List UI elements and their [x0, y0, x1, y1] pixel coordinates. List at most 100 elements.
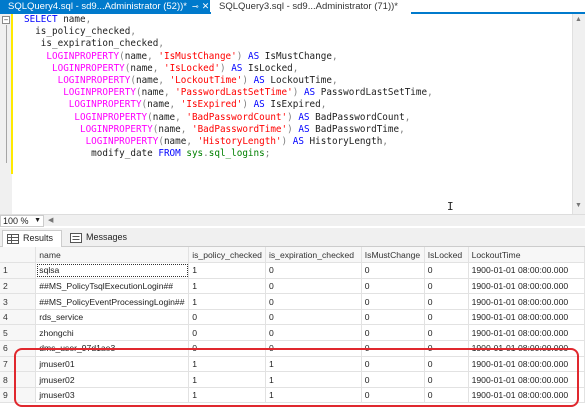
scroll-up-icon[interactable]: ▲: [575, 16, 582, 23]
table-row[interactable]: 1 sqlsa 1 0 0 0 1900-01-01 08:00:00.000: [0, 262, 585, 279]
table-cell[interactable]: 0: [361, 356, 425, 373]
row-number[interactable]: 6: [0, 340, 37, 357]
table-cell[interactable]: 1900-01-01 08:00:00.000: [468, 278, 585, 295]
column-header[interactable]: is_expiration_checked: [265, 247, 362, 264]
scroll-down-icon[interactable]: ▼: [575, 202, 582, 209]
table-cell[interactable]: 0: [265, 293, 362, 310]
column-header[interactable]: name: [35, 247, 190, 264]
collapse-toggle-icon[interactable]: −: [2, 16, 10, 24]
table-cell[interactable]: 0: [424, 324, 469, 342]
row-number[interactable]: 5: [0, 324, 37, 342]
scroll-left-icon[interactable]: ◀: [48, 216, 53, 224]
table-cell[interactable]: 1900-01-01 08:00:00.000: [468, 387, 585, 404]
table-cell[interactable]: 0: [424, 278, 469, 295]
table-cell[interactable]: 0: [361, 340, 425, 357]
row-number[interactable]: 2: [0, 278, 37, 295]
table-cell[interactable]: 0: [361, 262, 425, 279]
chevron-down-icon[interactable]: ▼: [34, 216, 41, 226]
table-row[interactable]: 3 ##MS_PolicyEventProcessingLogin## 1 0 0 0 19…: [0, 293, 585, 310]
table-cell[interactable]: 0: [265, 278, 362, 295]
zoom-select[interactable]: 100 % ▼: [0, 215, 44, 227]
table-cell[interactable]: 0: [424, 309, 469, 326]
table-cell[interactable]: 1: [188, 356, 266, 373]
table-cell[interactable]: dms_user_97d1ae3: [35, 340, 190, 357]
table-row[interactable]: 8 jmuser02 1 1 0 0 1900-01-01 08:00:00.000: [0, 371, 585, 388]
table-row[interactable]: 4 rds_service 0 0 0 0 1900-01-01 08:00:00.000: [0, 309, 585, 326]
table-row[interactable]: 5 zhongchi 0 0 0 0 1900-01-01 08:00:00.000: [0, 324, 585, 342]
tab-sqlquery3[interactable]: SQLQuery3.sql - sd9...Administrator (71)…: [211, 0, 411, 14]
table-cell[interactable]: 1: [188, 293, 266, 310]
table-cell[interactable]: 0: [265, 309, 362, 326]
table-cell[interactable]: rds_service: [35, 309, 190, 326]
table-cell[interactable]: 1: [188, 262, 266, 279]
row-number[interactable]: 8: [0, 371, 37, 388]
table-cell[interactable]: 0: [424, 356, 469, 373]
table-cell[interactable]: 0: [265, 324, 362, 342]
close-icon[interactable]: ✕: [202, 0, 210, 13]
table-cell[interactable]: 0: [265, 340, 362, 357]
table-row[interactable]: 9 jmuser03 1 1 0 0 1900-01-01 08:00:00.000: [0, 387, 585, 404]
table-cell[interactable]: 0: [361, 278, 425, 295]
table-cell[interactable]: 0: [361, 324, 425, 342]
row-number-header[interactable]: [0, 247, 37, 264]
column-header[interactable]: IsMustChange: [361, 247, 425, 264]
table-row[interactable]: 2 ##MS_PolicyTsqlExecutionLogin## 1 0 0 0 1900…: [0, 278, 585, 295]
column-header[interactable]: LockoutTime: [468, 247, 585, 264]
table-cell[interactable]: ##MS_PolicyTsqlExecutionLogin##: [35, 278, 190, 295]
table-cell[interactable]: 0: [188, 340, 266, 357]
results-grid[interactable]: name is_policy_checked is_expiration_che…: [0, 247, 585, 420]
table-cell[interactable]: 1900-01-01 08:00:00.000: [468, 262, 585, 279]
results-table: name is_policy_checked is_expiration_che…: [0, 247, 585, 404]
table-row[interactable]: 7 jmuser01 1 1 0 0 1900-01-01 08:00:00.000: [0, 356, 585, 373]
tab-label: SQLQuery3.sql - sd9...Administrator (71)…: [219, 1, 398, 12]
text-cursor-icon: I: [447, 200, 454, 213]
tab-messages-label: Messages: [86, 232, 128, 242]
table-cell[interactable]: 1900-01-01 08:00:00.000: [468, 293, 585, 310]
row-number[interactable]: 9: [0, 387, 37, 404]
table-cell[interactable]: 0: [361, 293, 425, 310]
row-number[interactable]: 7: [0, 356, 37, 373]
row-number[interactable]: 3: [0, 293, 37, 310]
table-cell[interactable]: jmuser01: [35, 356, 190, 373]
table-cell[interactable]: 0: [424, 387, 469, 404]
table-cell[interactable]: 1900-01-01 08:00:00.000: [468, 371, 585, 388]
editor-vertical-scrollbar[interactable]: ▲ ▼: [572, 14, 585, 214]
table-cell[interactable]: 0: [265, 262, 362, 279]
table-cell[interactable]: 0: [424, 340, 469, 357]
table-cell[interactable]: sqlsa: [35, 262, 190, 279]
table-cell[interactable]: 1: [188, 371, 266, 388]
table-cell[interactable]: 0: [361, 309, 425, 326]
table-cell[interactable]: 1: [265, 371, 362, 388]
table-cell[interactable]: 1900-01-01 08:00:00.000: [468, 309, 585, 326]
table-cell[interactable]: 1900-01-01 08:00:00.000: [468, 324, 585, 342]
table-cell[interactable]: jmuser02: [35, 371, 190, 388]
table-row[interactable]: 6 dms_user_97d1ae3 0 0 0 0 1900-01-01 08:00:00…: [0, 340, 585, 357]
row-number[interactable]: 1: [0, 262, 37, 279]
column-header[interactable]: is_policy_checked: [188, 247, 266, 264]
table-cell[interactable]: ##MS_PolicyEventProcessingLogin##: [35, 293, 190, 310]
table-cell[interactable]: 0: [188, 324, 266, 342]
table-cell[interactable]: 1900-01-01 08:00:00.000: [468, 356, 585, 373]
tab-results[interactable]: Results: [2, 230, 62, 247]
sql-code[interactable]: SELECT name, is_policy_checked, is_expir…: [24, 14, 564, 160]
table-cell[interactable]: 1: [265, 356, 362, 373]
table-cell[interactable]: 1: [188, 387, 266, 404]
table-cell[interactable]: 1: [265, 387, 362, 404]
tab-label: SQLQuery4.sql - sd9...Administrator (52)…: [8, 1, 187, 12]
table-cell[interactable]: 1: [188, 278, 266, 295]
table-cell[interactable]: zhongchi: [35, 324, 190, 342]
tab-sqlquery4[interactable]: SQLQuery4.sql - sd9...Administrator (52)…: [0, 0, 210, 14]
query-editor[interactable]: − SELECT name, is_policy_checked, is_exp…: [0, 14, 572, 214]
table-cell[interactable]: 1900-01-01 08:00:00.000: [468, 340, 585, 357]
table-cell[interactable]: 0: [424, 293, 469, 310]
table-cell[interactable]: jmuser03: [35, 387, 190, 404]
row-number[interactable]: 4: [0, 309, 37, 326]
table-cell[interactable]: 0: [361, 371, 425, 388]
tab-messages[interactable]: Messages: [66, 230, 130, 247]
table-cell[interactable]: 0: [188, 309, 266, 326]
table-cell[interactable]: 0: [424, 371, 469, 388]
pin-icon[interactable]: ⊸: [192, 0, 199, 13]
table-cell[interactable]: 0: [361, 387, 425, 404]
table-cell[interactable]: 0: [424, 262, 469, 279]
column-header[interactable]: IsLocked: [424, 247, 469, 264]
